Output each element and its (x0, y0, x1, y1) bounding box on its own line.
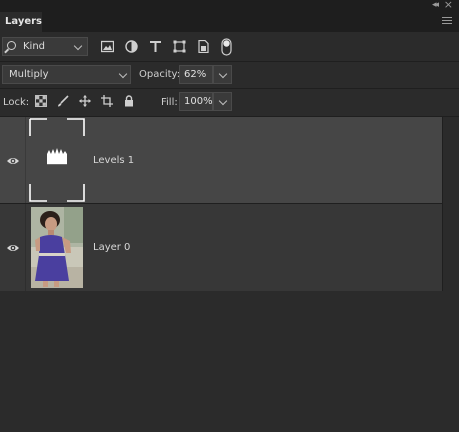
smart-object-filter-icon[interactable] (197, 40, 210, 53)
fill-field[interactable]: 100% (179, 92, 213, 111)
lock-artboard-icon[interactable] (101, 95, 113, 107)
levels-adjustment-thumbnail[interactable] (29, 118, 85, 202)
collapse-panel-icon[interactable]: ◂◂ (432, 0, 439, 10)
eye-icon[interactable] (6, 241, 20, 255)
close-panel-icon[interactable]: × (444, 0, 453, 11)
eye-icon[interactable] (6, 154, 20, 168)
divider (25, 117, 26, 203)
panel-tab-bar: Layers (0, 12, 459, 32)
lock-all-icon[interactable] (123, 95, 135, 107)
lock-transparent-pixels-icon[interactable] (35, 95, 47, 107)
blend-mode-value: Multiply (9, 69, 49, 80)
type-filter-icon[interactable] (149, 40, 162, 53)
divider (0, 88, 459, 89)
adjustment-filter-icon[interactable] (125, 40, 138, 53)
layer-row[interactable]: Levels 1 (0, 117, 442, 203)
lock-image-pixels-icon[interactable] (57, 95, 69, 107)
image-filter-icon[interactable] (101, 40, 114, 53)
panel-top-strip: ◂◂ × (0, 0, 459, 12)
fill-value: 100% (184, 96, 213, 107)
filter-kind-dropdown[interactable]: Kind (2, 37, 88, 56)
layer-row[interactable]: Layer 0 (0, 204, 442, 291)
chevron-down-icon (73, 41, 83, 51)
shape-filter-icon[interactable] (173, 40, 186, 53)
opacity-value: 62% (184, 69, 207, 80)
chevron-down-icon (118, 69, 128, 79)
photo-layer-thumbnail[interactable] (31, 207, 83, 288)
filter-toggle-icon[interactable] (221, 38, 233, 56)
lock-position-icon[interactable] (79, 95, 91, 107)
blend-mode-dropdown[interactable]: Multiply (2, 65, 131, 84)
divider (0, 61, 459, 62)
opacity-field[interactable]: 62% (179, 65, 213, 84)
layer-name[interactable]: Layer 0 (93, 242, 130, 253)
search-icon (7, 41, 16, 50)
opacity-label: Opacity: (139, 69, 181, 80)
chevron-down-icon (218, 96, 228, 106)
opacity-dropdown-button[interactable] (213, 65, 232, 84)
tab-layers[interactable]: Layers (0, 12, 42, 32)
divider (25, 204, 26, 291)
chevron-down-icon (218, 69, 228, 79)
scrollbar-track[interactable] (442, 117, 443, 291)
filter-kind-label: Kind (23, 41, 46, 52)
panel-menu-icon[interactable] (442, 17, 452, 26)
fill-label: Fill: (161, 97, 178, 108)
lock-label: Lock: (3, 97, 30, 108)
layer-name[interactable]: Levels 1 (93, 155, 134, 166)
fill-dropdown-button[interactable] (213, 92, 232, 111)
